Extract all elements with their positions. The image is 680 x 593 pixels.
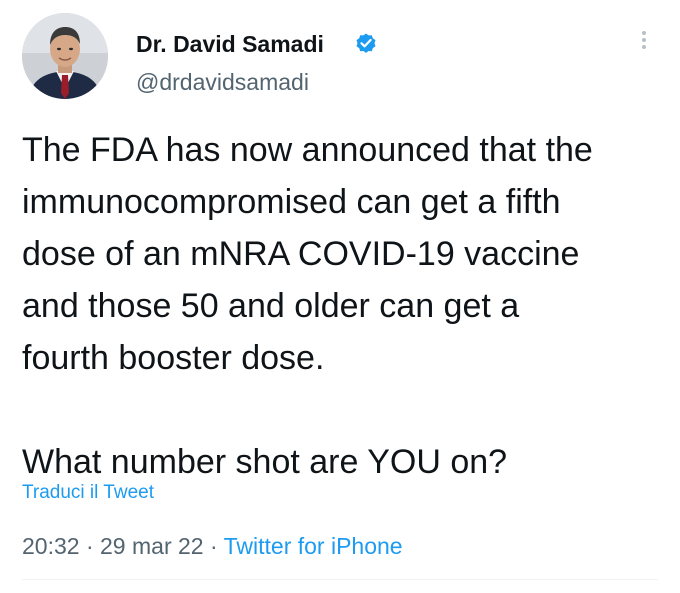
user-handle[interactable]: @drdavidsamadi [136, 68, 309, 96]
tweet-time[interactable]: 20:32 [22, 533, 80, 559]
translate-tweet-link[interactable]: Traduci il Tweet [22, 481, 154, 505]
profile-photo [22, 13, 108, 99]
tweet-date[interactable]: 29 mar 22 [100, 533, 204, 559]
divider [22, 579, 658, 580]
verified-badge-icon [356, 33, 376, 53]
avatar[interactable] [22, 13, 108, 99]
tweet-source-link[interactable]: Twitter for iPhone [224, 533, 403, 559]
tweet-text-line: fourth booster dose. [22, 339, 325, 377]
meta-separator: · [85, 533, 94, 559]
tweet-meta: 20:32 · 29 mar 22 · Twitter for iPhone [22, 532, 403, 560]
tweet-text: The FDA has now announced that the immun… [22, 124, 672, 488]
tweet: Dr. David Samadi @drdavidsamadi The FDA … [0, 0, 680, 593]
more-vertical-icon[interactable] [632, 22, 656, 58]
meta-separator: · [209, 533, 218, 559]
tweet-text-line: dose of an mNRA COVID-19 vaccine [22, 235, 580, 273]
display-name[interactable]: Dr. David Samadi [136, 30, 324, 58]
tweet-text-line: The FDA has now announced that the [22, 131, 593, 169]
tweet-text-line: and those 50 and older can get a [22, 287, 520, 325]
tweet-text-line: immunocompromised can get a fifth [22, 183, 561, 221]
